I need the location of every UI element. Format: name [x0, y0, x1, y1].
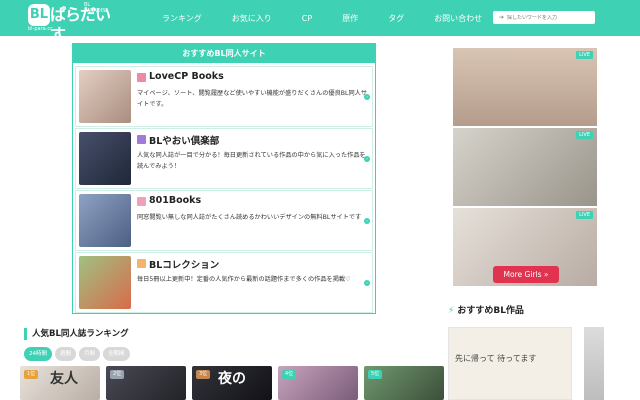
- site-title: BLコレクション: [149, 260, 220, 271]
- ranking-tabs: 24時間 週間 月間 全期間: [24, 347, 133, 361]
- site-icon: [137, 73, 146, 82]
- ranking-list: 1位 友人 2位 3位 夜の 4位 5位: [20, 366, 444, 400]
- logo-sub-en: BL PARADISE: [84, 2, 109, 14]
- logo-bl: BL: [28, 4, 50, 26]
- nav-contact[interactable]: お問い合わせ: [434, 13, 482, 24]
- site-thumbnail: [79, 256, 131, 309]
- site-icon: [137, 135, 146, 144]
- site-title: BLやおい倶楽部: [149, 136, 220, 147]
- site-icon: [137, 259, 146, 268]
- recommended-sites-heading: おすすめBL同人サイト: [73, 44, 375, 63]
- site-card-bl-collection[interactable]: BLコレクション 毎日5冊以上更新中！定番の人気作から最新の話題作まで多くの作品…: [75, 252, 373, 313]
- site-card-lovecp[interactable]: LoveCP Books マイページ、ソート、閲覧履歴など使いやすい機能が盛りだ…: [75, 66, 373, 127]
- nav-original[interactable]: 原作: [342, 13, 358, 24]
- live-ad[interactable]: LIVE More Girls »: [453, 208, 597, 286]
- chevron-right-icon: ›: [364, 218, 370, 224]
- chevron-right-icon: ›: [364, 280, 370, 286]
- ranking-item[interactable]: 5位: [364, 366, 444, 400]
- ranking-item[interactable]: 2位: [106, 366, 186, 400]
- recommended-work-card[interactable]: 先に帰って 待ってます: [448, 327, 572, 400]
- logo-sub-url: bl-para.cc: [28, 26, 53, 32]
- live-badge: LIVE: [576, 51, 593, 59]
- nav-ranking[interactable]: ランキング: [162, 13, 202, 24]
- site-description: 毎日5冊以上更新中！定番の人気作から最新の話題作まで多くの作品を掲載♡: [137, 276, 351, 283]
- search-box[interactable]: ➔: [493, 11, 595, 24]
- site-card-yaoi-club[interactable]: BLやおい倶楽部 人気な同人誌が一目で分かる！毎日更新されている作品の中から気に…: [75, 128, 373, 189]
- more-girls-button[interactable]: More Girls »: [493, 266, 559, 283]
- site-thumbnail: [79, 70, 131, 123]
- cover-title: 友人: [50, 371, 78, 387]
- chevron-right-icon: ›: [364, 94, 370, 100]
- rank-badge: 1位: [24, 370, 39, 379]
- header: BL ぱらだいす BL PARADISE bl-para.cc ランキング お気…: [0, 0, 640, 44]
- nav-tags[interactable]: タグ: [388, 13, 404, 24]
- cover-title: 夜の: [218, 371, 246, 387]
- nav-favorites[interactable]: お気に入り: [232, 13, 272, 24]
- recommended-works-title: ⚡ おすすめBL作品: [448, 303, 524, 316]
- site-thumbnail: [79, 194, 131, 247]
- site-description: マイページ、ソート、閲覧履歴など使いやすい機能が盛りだくさんの優良BL同人サイト…: [137, 90, 368, 108]
- site-card-801books[interactable]: 801Books 同窓閲覧い無しな同人誌がたくさん読めるかわいいデザインの無料B…: [75, 190, 373, 251]
- live-badge: LIVE: [576, 131, 593, 139]
- site-description: 人気な同人誌が一目で分かる！毎日更新されている作品の中から気に入った作品を読んで…: [137, 152, 366, 170]
- rank-badge: 2位: [110, 370, 125, 379]
- site-icon: [137, 197, 146, 206]
- recommended-sites-box: おすすめBL同人サイト LoveCP Books マイページ、ソート、閲覧履歴な…: [72, 43, 376, 314]
- sidebar-ads: LIVE LIVE LIVE More Girls »: [453, 48, 597, 286]
- search-input[interactable]: [507, 14, 586, 21]
- live-ad[interactable]: LIVE: [453, 48, 597, 126]
- ranking-item[interactable]: 1位 友人: [20, 366, 100, 400]
- search-arrow-icon: ➔: [499, 14, 505, 21]
- site-title: 801Books: [149, 195, 202, 206]
- rank-badge: 5位: [368, 370, 383, 379]
- bolt-icon: ⚡: [448, 306, 455, 316]
- site-logo[interactable]: BL ぱらだいす BL PARADISE bl-para.cc: [28, 2, 116, 44]
- ranking-title: 人気BL同人誌ランキング: [24, 328, 129, 340]
- ranking-item[interactable]: 3位 夜の: [192, 366, 272, 400]
- main-nav: ランキング お気に入り CP 原作 タグ お問い合わせ: [162, 0, 512, 36]
- site-title: LoveCP Books: [149, 71, 224, 82]
- recommended-works-label: おすすめBL作品: [457, 306, 524, 316]
- rank-badge: 3位: [196, 370, 211, 379]
- tab-24h[interactable]: 24時間: [24, 347, 52, 361]
- site-thumbnail: [79, 132, 131, 185]
- tab-all-time[interactable]: 全期間: [103, 347, 130, 361]
- live-ad[interactable]: LIVE: [453, 128, 597, 206]
- rank-badge: 4位: [282, 370, 297, 379]
- nav-cp[interactable]: CP: [302, 14, 312, 23]
- recommended-work-card-partial[interactable]: [584, 327, 604, 400]
- tab-weekly[interactable]: 週間: [55, 347, 77, 361]
- chevron-right-icon: ›: [364, 156, 370, 162]
- live-badge: LIVE: [576, 211, 593, 219]
- site-description: 同窓閲覧い無しな同人誌がたくさん読めるかわいいデザインの無料BLサイトです: [137, 214, 362, 221]
- ranking-item[interactable]: 4位: [278, 366, 358, 400]
- cover-title: 先に帰って 待ってます: [455, 354, 537, 363]
- tab-monthly[interactable]: 月間: [79, 347, 101, 361]
